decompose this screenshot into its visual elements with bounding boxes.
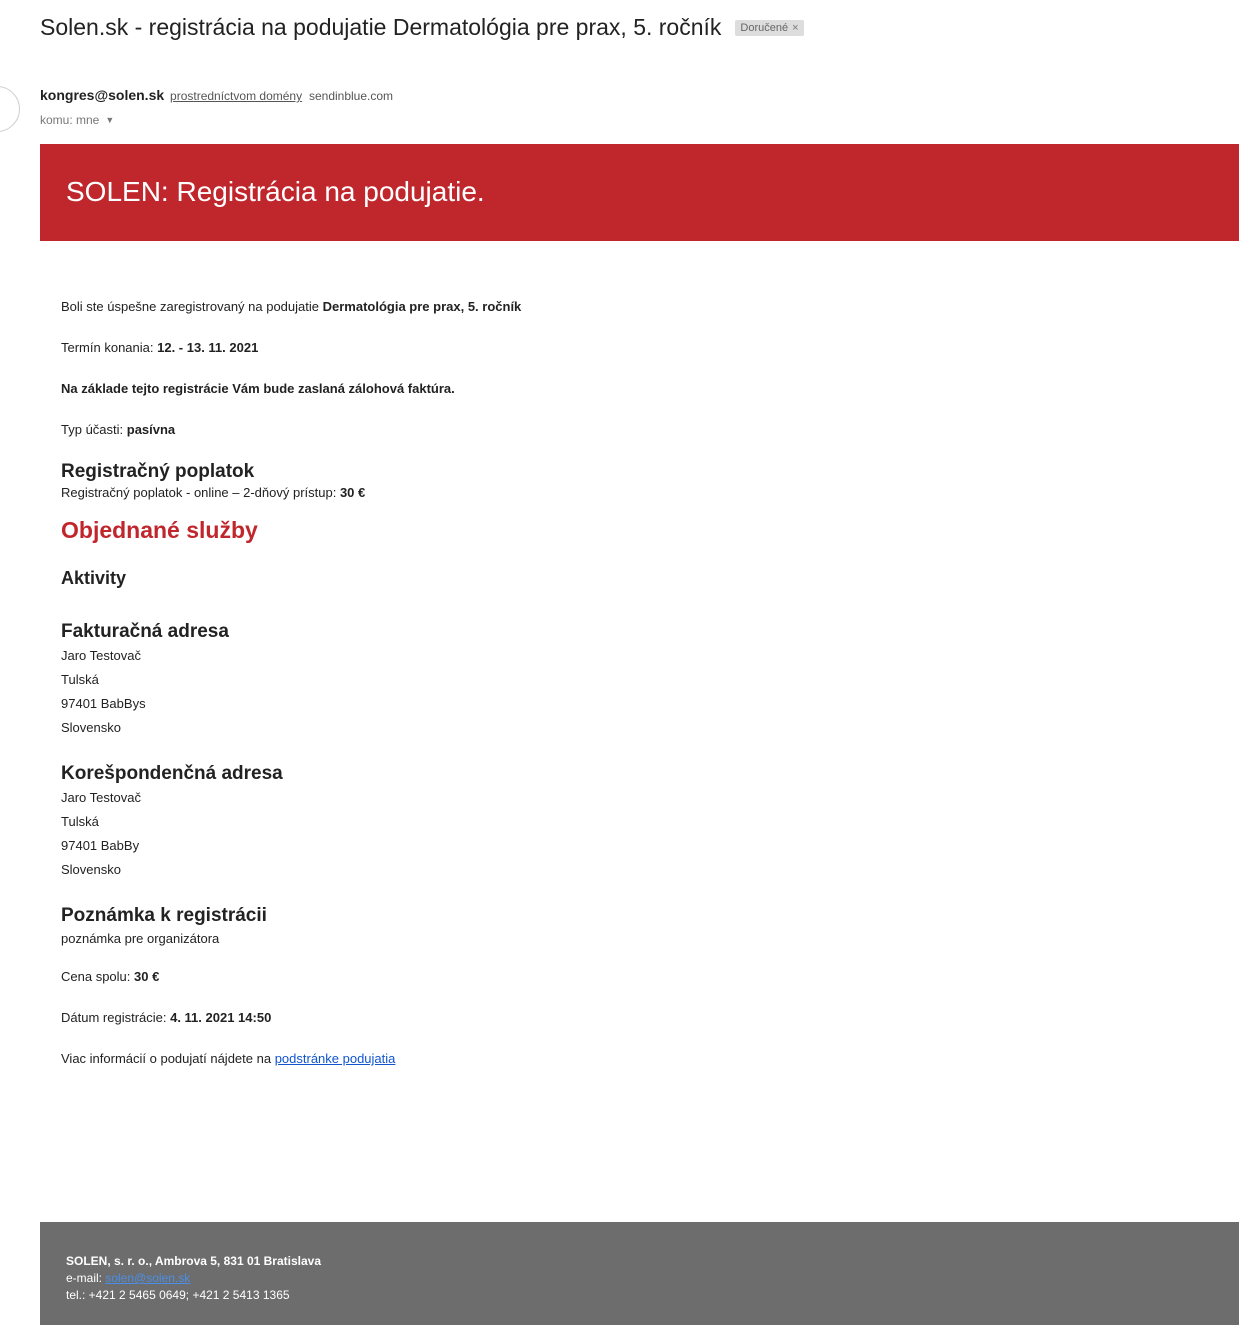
note-heading: Poznámka k registrácii [61, 905, 267, 926]
event-name: Dermatológia pre prax, 5. ročník [322, 299, 522, 314]
email-footer: SOLEN, s. r. o., Ambrova 5, 831 01 Brati… [40, 1222, 1239, 1325]
fee-label: Registračný poplatok - online – 2-dňový … [61, 485, 340, 500]
registration-intro: Boli ste úspešne zaregistrovaný na poduj… [61, 296, 1201, 318]
invoice-note-text: Na základe tejto registrácie Vám bude za… [61, 381, 455, 396]
billing-name: Jaro Testovač [61, 648, 141, 663]
participation-value: pasívna [126, 422, 176, 437]
recipient-line: komu: mne ▼ [40, 113, 114, 127]
via-domain: sendinblue.com [308, 89, 394, 103]
footer-email-line: e-mail: solen@solen.sk [66, 1270, 321, 1287]
event-date: Termín konania: 12. - 13. 11. 2021 [61, 337, 1201, 359]
email-subject: Solen.sk - registrácia na podujatie Derm… [40, 14, 722, 40]
more-info-text: Viac informácií o podujatí nájdete na [61, 1051, 275, 1066]
footer-email-label: e-mail: [66, 1271, 106, 1285]
date-label: Termín konania: [61, 340, 158, 355]
billing-heading: Fakturačná adresa [61, 621, 229, 642]
footer-email-link[interactable]: solen@solen.sk [105, 1271, 190, 1285]
note-text: poznámka pre organizátora [61, 931, 220, 946]
fee-value: 30 € [339, 485, 366, 500]
billing-country: Slovensko [61, 720, 121, 735]
remove-label-icon[interactable]: × [792, 22, 798, 34]
total-price: Cena spolu: 30 € [61, 966, 1201, 988]
sender-avatar [0, 86, 20, 132]
date-value: 12. - 13. 11. 2021 [157, 340, 259, 355]
inbox-label-chip[interactable]: Doručené × [735, 19, 804, 36]
participation-type: Typ účasti: pasívna [61, 419, 1201, 441]
participation-label: Typ účasti: [61, 422, 127, 437]
reg-date-value: 4. 11. 2021 14:50 [170, 1010, 272, 1025]
event-page-link[interactable]: podstránke podujatia [275, 1051, 396, 1066]
total-label: Cena spolu: [61, 969, 134, 984]
inbox-label-text: Doručené [740, 21, 789, 34]
invoice-note: Na základe tejto registrácie Vám bude za… [61, 378, 1201, 400]
fee-heading: Registračný poplatok [61, 461, 255, 482]
via-domain-link[interactable]: prostredníctvom domény [170, 89, 302, 103]
recipient-text: komu: mne [40, 113, 100, 127]
correspondence-name: Jaro Testovač [61, 790, 141, 805]
registration-date: Dátum registrácie: 4. 11. 2021 14:50 [61, 1007, 1201, 1029]
intro-text: Boli ste úspešne zaregistrovaný na poduj… [61, 299, 323, 314]
billing-city: 97401 BabBys [61, 696, 146, 711]
sender-email: kongres@solen.sk [40, 87, 165, 103]
footer-phone: tel.: +421 2 5465 0649; +421 2 5413 1365 [66, 1288, 290, 1302]
show-details-caret-icon[interactable]: ▼ [105, 115, 114, 125]
services-heading: Objednané služby [61, 517, 258, 543]
fee-line: Registračný poplatok - online – 2-dňový … [61, 484, 1201, 502]
banner-title: SOLEN: Registrácia na podujatie. [66, 176, 485, 207]
correspondence-city: 97401 BabBy [61, 838, 140, 853]
billing-street: Tulská [61, 672, 99, 687]
footer-company: SOLEN, s. r. o., Ambrova 5, 831 01 Brati… [66, 1254, 322, 1268]
subject-row: Solen.sk - registrácia na podujatie Derm… [40, 14, 804, 41]
email-content: Boli ste úspešne zaregistrovaný na poduj… [61, 296, 1201, 1070]
correspondence-address: Jaro Testovač Tulská 97401 BabBy Slovens… [61, 786, 1201, 882]
email-view: Solen.sk - registrácia na podujatie Derm… [0, 0, 1239, 1325]
total-value: 30 € [134, 969, 160, 984]
reg-date-label: Dátum registrácie: [61, 1010, 171, 1025]
header-banner: SOLEN: Registrácia na podujatie. [40, 144, 1239, 241]
billing-address: Jaro Testovač Tulská 97401 BabBys Sloven… [61, 644, 1201, 740]
correspondence-heading: Korešpondenčná adresa [61, 763, 283, 784]
activities-heading: Aktivity [61, 568, 127, 588]
sender-line: kongres@solen.sk prostredníctvom domény … [40, 87, 393, 103]
correspondence-country: Slovensko [61, 862, 121, 877]
correspondence-street: Tulská [61, 814, 99, 829]
more-info: Viac informácií o podujatí nájdete na po… [61, 1048, 1201, 1070]
